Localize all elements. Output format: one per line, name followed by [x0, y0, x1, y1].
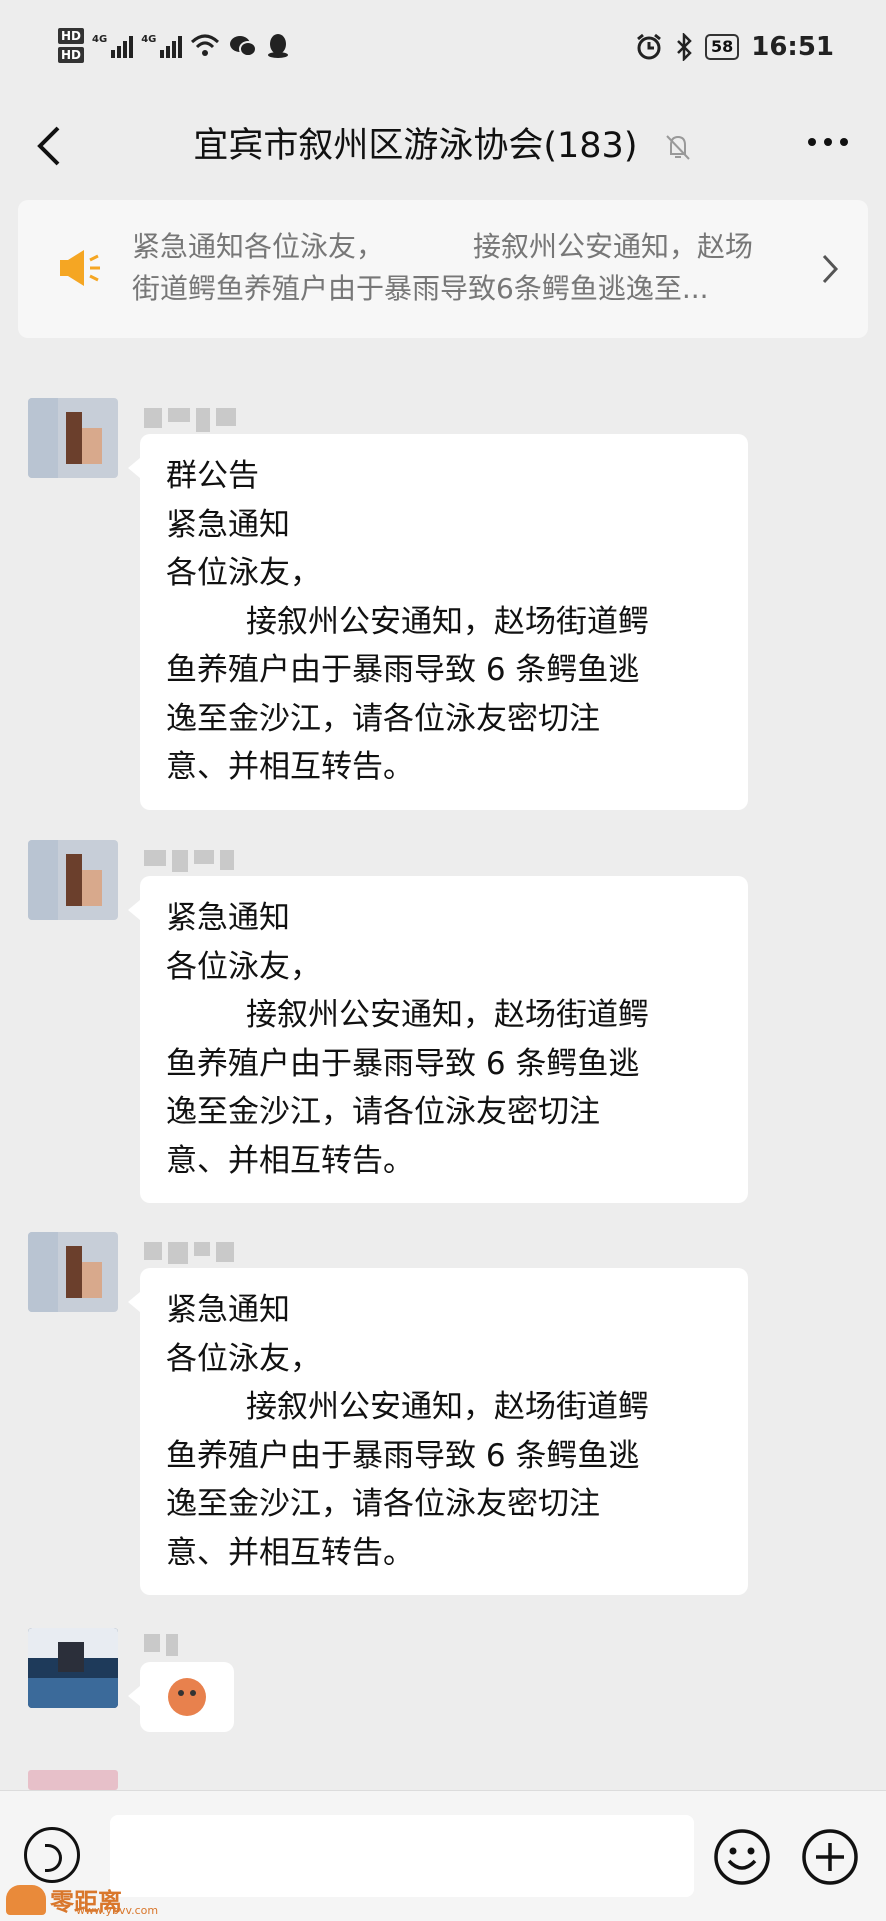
wechat-icon [230, 35, 258, 57]
avatar[interactable] [28, 398, 118, 478]
message-line: 意、并相互转告。 [166, 1142, 414, 1179]
announcement-line: 街道鳄鱼养殖户由于暴雨导致6条鳄鱼逃逸至... [132, 272, 709, 305]
network-type-label: 4G [92, 33, 108, 45]
site-watermark: 零距离 www.ybvv.com [6, 1882, 158, 1917]
chevron-right-icon [822, 254, 839, 284]
battery-icon: 58 [704, 34, 740, 60]
worried-face-emoji-icon [168, 1678, 206, 1716]
bluetooth-icon [677, 33, 692, 61]
voice-input-icon[interactable] [24, 1827, 80, 1883]
cellular-signal-icon-2: 4G [141, 33, 183, 58]
message-line: 各位泳友， [166, 555, 321, 591]
sender-name-blurred [144, 850, 234, 874]
message-line: 意、并相互转告。 [166, 749, 414, 785]
sender-name-blurred [144, 408, 236, 432]
message-bubble[interactable] [128, 1662, 234, 1732]
signal-indicators: HD HD 4G 4G [58, 28, 290, 63]
message-bubble[interactable]: 紧急通知 各位泳友， 接叙州公安通知，赵场街道鳄 鱼养殖户由于暴雨导致 6 条鳄… [128, 876, 748, 1203]
message-bubble[interactable]: 紧急通知 各位泳友， 接叙州公安通知，赵场街道鳄 鱼养殖户由于暴雨导致 6 条鳄… [128, 1268, 748, 1595]
plus-icon[interactable] [800, 1827, 860, 1887]
network-type-label: 4G [141, 33, 157, 45]
system-indicators: 58 16:51 [635, 32, 834, 62]
message-line: 鱼养殖户由于暴雨导致 6 条鳄鱼逃 [166, 1045, 640, 1082]
message-line: 各位泳友， [166, 1340, 321, 1377]
cellular-signal-icon: 4G [92, 33, 134, 58]
hd-label: HD [58, 47, 85, 63]
message-line: 接叙州公安通知，赵场街道鳄 [246, 1389, 649, 1425]
input-bar: 零距离 www.ybvv.com [0, 1790, 886, 1921]
message-line: 意、并相互转告。 [166, 1534, 414, 1571]
message-line: 逸至金沙江，请各位泳友密切注 [166, 1094, 600, 1130]
alarm-icon [637, 33, 661, 60]
avatar[interactable] [28, 1770, 118, 1790]
clock: 16:51 [751, 32, 834, 62]
qq-icon [268, 33, 289, 58]
message-list[interactable]: 群公告 紧急通知 各位泳友， 接叙州公安通知，赵场街道鳄 鱼养殖户由于暴雨导致 … [0, 350, 886, 1790]
message-line: 逸至金沙江，请各位泳友密切注 [166, 700, 600, 737]
message-line: 紧急通知 [166, 1292, 290, 1328]
group-name: 宜宾市叙州区游泳协会(183) [193, 126, 638, 166]
emoji-smiley-icon[interactable] [712, 1827, 772, 1887]
message-line: 鱼养殖户由于暴雨导致 6 条鳄鱼逃 [166, 652, 640, 688]
group-title: 宜宾市叙州区游泳协会(183) [0, 120, 886, 172]
message-line: 各位泳友， [166, 948, 321, 985]
message-line: 鱼养殖户由于暴雨导致 6 条鳄鱼逃 [166, 1437, 640, 1474]
announcement-line: 紧急通知各位泳友， 接叙州公安通知，赵场 [132, 230, 754, 263]
message-bubble[interactable]: 群公告 紧急通知 各位泳友， 接叙州公安通知，赵场街道鳄 鱼养殖户由于暴雨导致 … [128, 434, 748, 810]
sender-name-blurred [144, 1634, 178, 1658]
message-line: 紧急通知 [166, 506, 290, 543]
message-input[interactable] [110, 1815, 694, 1897]
message-line: 接叙州公安通知，赵场街道鳄 [246, 997, 649, 1033]
more-options-icon[interactable] [808, 138, 848, 146]
message-line: 接叙州公安通知，赵场街道鳄 [246, 603, 649, 640]
avatar[interactable] [28, 1628, 118, 1708]
message-line: 群公告 [166, 458, 259, 494]
hd-voice-icon: HD HD [58, 28, 85, 63]
megaphone-icon [60, 250, 100, 286]
avatar[interactable] [28, 1232, 118, 1312]
watermark-url: www.ybvv.com [76, 1904, 159, 1917]
chat-header: 宜宾市叙州区游泳协会(183) [0, 100, 886, 196]
wifi-icon [191, 34, 220, 56]
sender-name-blurred [144, 1242, 234, 1266]
watermark-logo-icon [6, 1884, 46, 1915]
announcement-text: 紧急通知各位泳友， 接叙州公安通知，赵场 街道鳄鱼养殖户由于暴雨导致6条鳄鱼逃逸… [132, 226, 812, 310]
avatar[interactable] [28, 840, 118, 920]
message-line: 逸至金沙江，请各位泳友密切注 [166, 1486, 600, 1522]
announcement-banner[interactable]: 紧急通知各位泳友， 接叙州公安通知，赵场 街道鳄鱼养殖户由于暴雨导致6条鳄鱼逃逸… [18, 200, 868, 338]
hd-label: HD [58, 28, 85, 44]
mute-bell-icon [665, 135, 690, 160]
message-line: 紧急通知 [166, 900, 290, 936]
status-bar: HD HD 4G 4G 58 16:51 [0, 0, 886, 100]
